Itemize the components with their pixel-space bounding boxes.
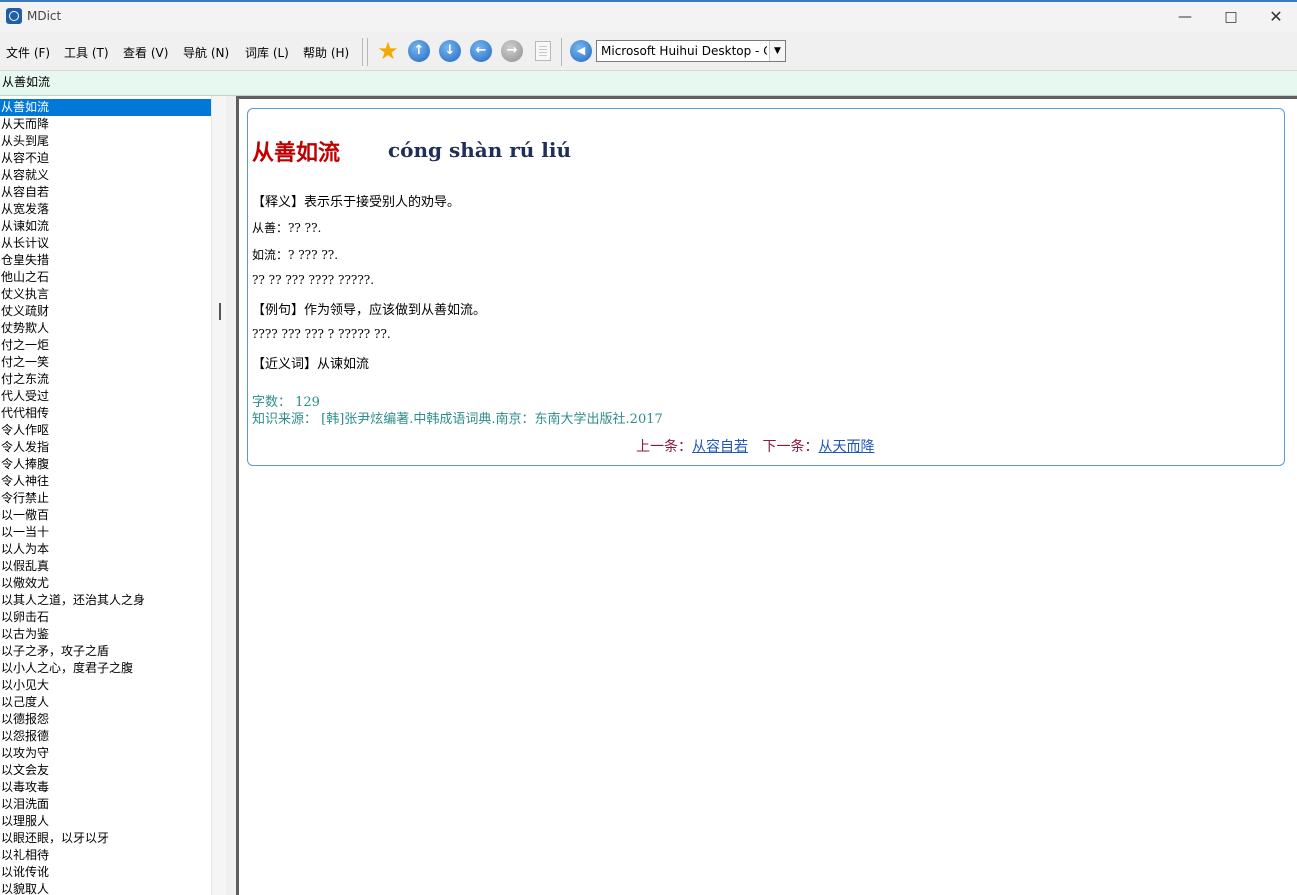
entry-translation-line: ???? ??? ??? ? ????? ??. bbox=[252, 327, 391, 341]
clipboard-icon[interactable] bbox=[535, 41, 551, 61]
word-list-item[interactable]: 令行禁止 bbox=[0, 490, 211, 507]
word-list-item[interactable]: 从宽发落 bbox=[0, 201, 211, 218]
word-list-item[interactable]: 令人神往 bbox=[0, 473, 211, 490]
word-list-item[interactable]: 以文会友 bbox=[0, 762, 211, 779]
word-list-item[interactable]: 从头到尾 bbox=[0, 133, 211, 150]
chevron-down-icon[interactable]: ▼ bbox=[769, 41, 785, 61]
maximize-icon[interactable]: □ bbox=[1208, 2, 1254, 32]
arrow-right-icon[interactable]: → bbox=[501, 40, 523, 62]
menu-file[interactable]: 文件 (F) bbox=[6, 44, 50, 61]
arrow-down-icon[interactable]: ↓ bbox=[439, 40, 461, 62]
search-input[interactable] bbox=[0, 71, 1292, 93]
word-list-item[interactable]: 从容自若 bbox=[0, 184, 211, 201]
prev-entry-link[interactable]: 从容自若 bbox=[692, 439, 748, 455]
arrow-left-icon[interactable]: ← bbox=[470, 40, 492, 62]
word-list-item[interactable]: 从容不迫 bbox=[0, 150, 211, 167]
panel-splitter[interactable] bbox=[219, 96, 236, 895]
entry-headword: 从善如流 bbox=[252, 140, 341, 166]
word-list-item[interactable]: 以子之矛，攻子之盾 bbox=[0, 643, 211, 660]
next-label: 下一条： bbox=[762, 439, 819, 455]
word-list-item[interactable]: 代代相传 bbox=[0, 405, 211, 422]
menu-library[interactable]: 词库 (L) bbox=[245, 44, 289, 61]
word-list-item[interactable]: 以泪洗面 bbox=[0, 796, 211, 813]
word-list-item[interactable]: 令人捧腹 bbox=[0, 456, 211, 473]
word-list-item[interactable]: 仓皇失措 bbox=[0, 252, 211, 269]
entry-synonym: 【近义词】从谏如流 bbox=[252, 357, 370, 372]
word-list-item[interactable]: 以眼还眼，以牙以牙 bbox=[0, 830, 211, 847]
word-list-item[interactable]: 付之一笑 bbox=[0, 354, 211, 371]
word-list-item[interactable]: 以己度人 bbox=[0, 694, 211, 711]
word-list-scrollbar[interactable] bbox=[211, 96, 227, 895]
word-list-item[interactable]: 以礼相待 bbox=[0, 847, 211, 864]
word-list-item[interactable]: 以一当十 bbox=[0, 524, 211, 541]
entry-source: 知识来源： [韩]张尹炫编著.中韩成语词典.南京：东南大学出版社.2017 bbox=[252, 412, 663, 427]
entry-translation-line: 从善：?? ??. bbox=[252, 221, 322, 235]
word-list-item[interactable]: 仗义疏财 bbox=[0, 303, 211, 320]
word-list-item[interactable]: 以其人之道，还治其人之身 bbox=[0, 592, 211, 609]
word-list-item[interactable]: 从善如流 bbox=[0, 99, 211, 116]
word-list-item[interactable]: 以小见大 bbox=[0, 677, 211, 694]
prev-label: 上一条： bbox=[636, 439, 692, 455]
word-list: 从善如流 从天而降 从头到尾 从容不迫 从容就义 从容自若 从宽发落 从谏如流 从长计议 仓皇失措… bbox=[0, 99, 211, 895]
next-entry-link[interactable]: 从天而降 bbox=[818, 439, 874, 455]
speaker-icon[interactable]: ◀ bbox=[570, 40, 592, 62]
entry-translation-line: 如流：? ??? ??. bbox=[252, 248, 339, 262]
entry-pinyin: cóng shàn rú liú bbox=[388, 138, 572, 162]
word-list-item[interactable]: 以攻为守 bbox=[0, 745, 211, 762]
menu-help[interactable]: 帮助 (H) bbox=[303, 44, 349, 61]
entry-card: 从善如流 cóng shàn rú liú 【释义】表示乐于接受别人的劝导。 从… bbox=[247, 108, 1285, 466]
word-list-item[interactable]: 以古为鉴 bbox=[0, 626, 211, 643]
entry-example: 【例句】作为领导，应该做到从善如流。 bbox=[252, 303, 487, 318]
word-list-item[interactable]: 付之东流 bbox=[0, 371, 211, 388]
word-list-item[interactable]: 从天而降 bbox=[0, 116, 211, 133]
arrow-up-icon[interactable]: ↑ bbox=[408, 40, 430, 62]
word-list-item[interactable]: 仗义执言 bbox=[0, 286, 211, 303]
word-list-item[interactable]: 以一儆百 bbox=[0, 507, 211, 524]
word-list-item[interactable]: 以人为本 bbox=[0, 541, 211, 558]
close-icon[interactable]: ✕ bbox=[1253, 2, 1297, 32]
word-list-item[interactable]: 从容就义 bbox=[0, 167, 211, 184]
word-list-item[interactable]: 令人作呕 bbox=[0, 422, 211, 439]
word-list-item[interactable]: 他山之石 bbox=[0, 269, 211, 286]
word-list-item[interactable]: 令人发指 bbox=[0, 439, 211, 456]
word-list-item[interactable]: 以儆效尤 bbox=[0, 575, 211, 592]
menu-navigate[interactable]: 导航 (N) bbox=[183, 44, 229, 61]
word-list-item[interactable]: 从谏如流 bbox=[0, 218, 211, 235]
word-list-item[interactable]: 以理服人 bbox=[0, 813, 211, 830]
word-list-item[interactable]: 以小人之心，度君子之腹 bbox=[0, 660, 211, 677]
toolbar-separator bbox=[362, 38, 363, 66]
word-list-item[interactable]: 以怨报德 bbox=[0, 728, 211, 745]
minimize-icon[interactable]: — bbox=[1162, 2, 1208, 32]
entry-navigation: 上一条：从容自若 下一条：从天而降 bbox=[636, 436, 874, 456]
voice-select-value: Microsoft Huihui Desktop - Chinese bbox=[601, 44, 767, 58]
word-list-item[interactable]: 以假乱真 bbox=[0, 558, 211, 575]
word-list-item[interactable]: 以毒攻毒 bbox=[0, 779, 211, 796]
word-list-item[interactable]: 以德报怨 bbox=[0, 711, 211, 728]
title-bar: MDict — □ ✕ bbox=[0, 2, 1297, 32]
entry-definition: 【释义】表示乐于接受别人的劝导。 bbox=[252, 195, 461, 210]
splitter-grip[interactable] bbox=[219, 303, 221, 320]
word-list-item[interactable]: 代人受过 bbox=[0, 388, 211, 405]
voice-select[interactable]: Microsoft Huihui Desktop - Chinese ▼ bbox=[596, 40, 786, 62]
menu-tools[interactable]: 工具 (T) bbox=[64, 44, 109, 61]
favorite-star-icon[interactable]: ★ bbox=[377, 39, 399, 63]
window-title: MDict bbox=[27, 9, 62, 23]
menu-view[interactable]: 查看 (V) bbox=[123, 44, 168, 61]
entry-content-panel: 从善如流 cóng shàn rú liú 【释义】表示乐于接受别人的劝导。 从… bbox=[236, 96, 1297, 895]
word-list-item[interactable]: 以讹传讹 bbox=[0, 864, 211, 881]
word-list-panel: 从善如流 从天而降 从头到尾 从容不迫 从容就义 从容自若 从宽发落 从谏如流 从长计议 仓皇失措… bbox=[0, 96, 227, 895]
toolbar-separator bbox=[367, 38, 368, 66]
toolbar-separator bbox=[561, 38, 562, 66]
app-logo-icon bbox=[6, 8, 22, 24]
entry-translation-line: ?? ?? ??? ???? ?????. bbox=[252, 273, 375, 287]
search-bar bbox=[0, 71, 1297, 96]
word-list-item[interactable]: 仗势欺人 bbox=[0, 320, 211, 337]
word-list-item[interactable]: 付之一炬 bbox=[0, 337, 211, 354]
word-list-item[interactable]: 以貌取人 bbox=[0, 881, 211, 895]
menu-toolbar: 文件 (F) 工具 (T) 查看 (V) 导航 (N) 词库 (L) 帮助 (H… bbox=[0, 32, 1297, 71]
word-list-item[interactable]: 从长计议 bbox=[0, 235, 211, 252]
word-list-item[interactable]: 以卵击石 bbox=[0, 609, 211, 626]
